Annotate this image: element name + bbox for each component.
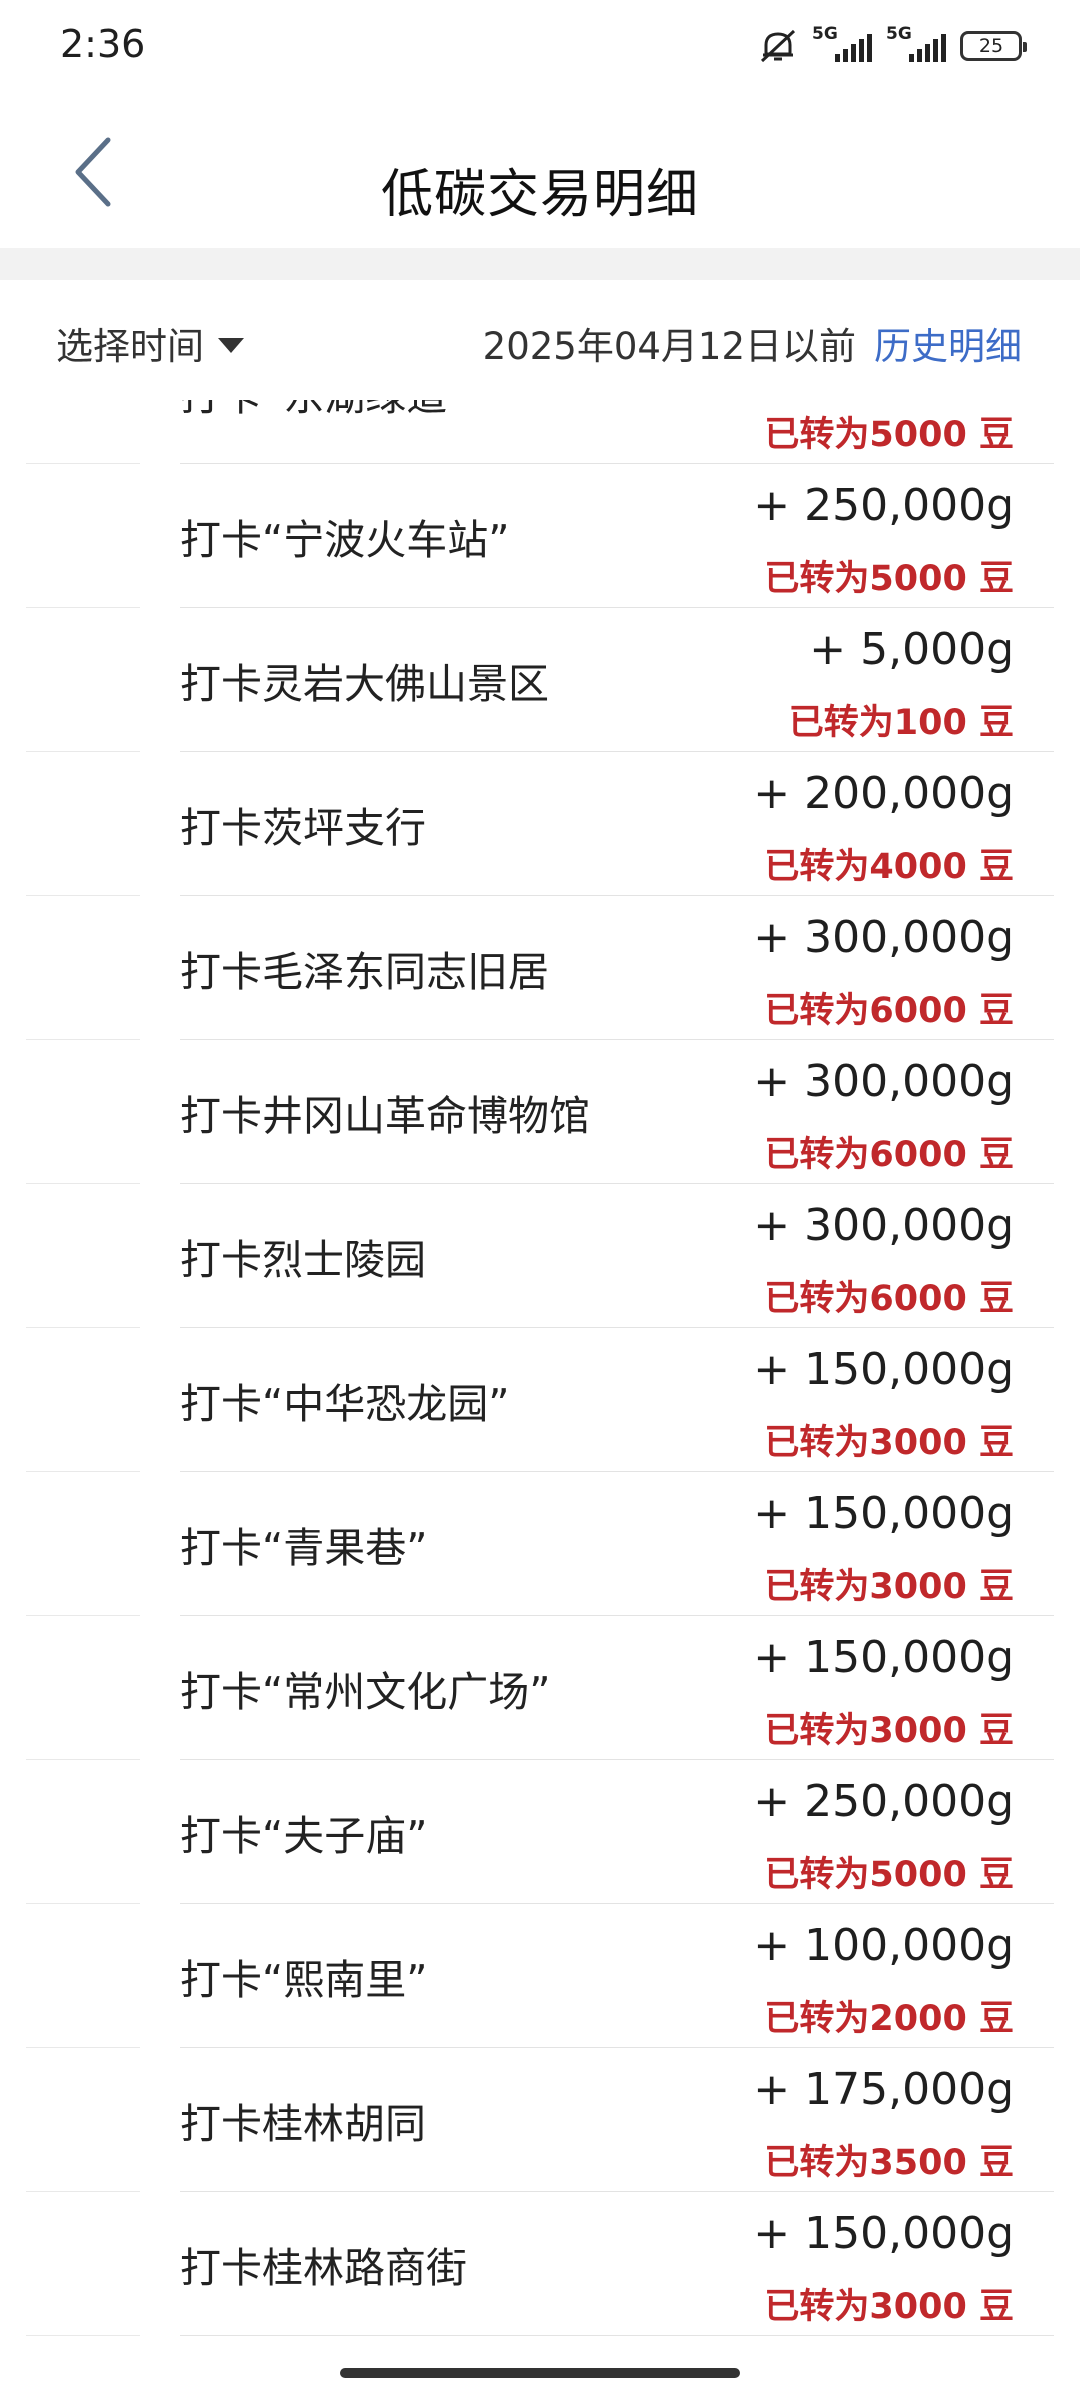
record-row[interactable]: 打卡桂林胡同 + 175,000g 已转为3500 豆	[0, 2048, 1080, 2192]
record-row[interactable]: 打卡“夫子庙” + 250,000g 已转为5000 豆	[0, 1760, 1080, 1904]
page-title: 低碳交易明细	[380, 165, 699, 225]
record-row[interactable]: 打卡“青果巷” + 150,000g 已转为3000 豆	[0, 1472, 1080, 1616]
record-title: 打卡“夫子庙”	[180, 1812, 428, 1860]
record-row[interactable]: 打卡烈士陵园 + 300,000g 已转为6000 豆	[0, 1184, 1080, 1328]
record-title: 打卡“熙南里”	[180, 1956, 428, 2004]
record-row[interactable]: 打卡毛泽东同志旧居 + 300,000g 已转为6000 豆	[0, 896, 1080, 1040]
record-title: 打卡“常州文化广场”	[180, 1668, 551, 1716]
record-amount: + 150,000g	[753, 1488, 1014, 1539]
record-status: 已转为3000 豆	[764, 2287, 1014, 2327]
record-amount: + 300,000g	[753, 912, 1014, 963]
record-title: 打卡灵岩大佛山景区	[180, 660, 549, 708]
record-amount: + 250,000g	[753, 1776, 1014, 1827]
filter-bar: 选择时间 2025年04月12日以前 历史明细	[0, 280, 1080, 400]
record-amount: + 200,000g	[753, 768, 1014, 819]
record-status: 已转为6000 豆	[764, 1279, 1014, 1319]
battery-icon: 25	[960, 31, 1027, 61]
record-status: 已转为3000 豆	[764, 1423, 1014, 1463]
record-amount: + 100,000g	[753, 1920, 1014, 1971]
header: 低碳交易明细	[0, 92, 1080, 248]
record-row[interactable]: 打卡“中华恐龙园” + 150,000g 已转为3000 豆	[0, 1328, 1080, 1472]
row-divider	[26, 2335, 140, 2336]
record-title: 打卡毛泽东同志旧居	[180, 948, 549, 996]
record-title: 打卡茨坪支行	[180, 804, 426, 852]
record-row[interactable]: 打卡“东湖绿道” 已转为5000 豆	[0, 400, 1080, 464]
signal-5g-icon: 5G	[886, 24, 946, 66]
records-list[interactable]: 打卡“东湖绿道”已转为5000 豆打卡“宁波火车站”+ 250,000g已转为5…	[0, 400, 1080, 2340]
record-status: 已转为5000 豆	[764, 1855, 1014, 1895]
record-title: 打卡“青果巷”	[180, 1524, 428, 1572]
record-status: 已转为5000 豆	[764, 415, 1014, 455]
record-row[interactable]: 打卡桂林路商街 + 150,000g 已转为3000 豆	[0, 2192, 1080, 2336]
record-status: 已转为6000 豆	[764, 991, 1014, 1031]
record-amount: + 5,000g	[809, 624, 1014, 675]
record-row[interactable]: 打卡“常州文化广场” + 150,000g 已转为3000 豆	[0, 1616, 1080, 1760]
mute-icon	[760, 29, 796, 63]
record-status: 已转为100 豆	[788, 703, 1014, 743]
status-time: 2:36	[60, 22, 146, 66]
record-status: 已转为6000 豆	[764, 1135, 1014, 1175]
record-amount: + 150,000g	[753, 2208, 1014, 2259]
status-icons: 5G 5G 25	[758, 24, 1027, 66]
home-indicator[interactable]	[340, 2368, 740, 2378]
date-range-text: 2025年04月12日以前	[482, 325, 856, 368]
record-amount: + 150,000g	[753, 1632, 1014, 1683]
record-status: 已转为2000 豆	[764, 1999, 1014, 2039]
record-row[interactable]: 打卡灵岩大佛山景区 + 5,000g 已转为100 豆	[0, 608, 1080, 752]
record-title: 打卡井冈山革命博物馆	[180, 1092, 590, 1140]
record-title: 打卡桂林胡同	[180, 2100, 426, 2148]
filter-info: 2025年04月12日以前 历史明细	[483, 316, 1022, 370]
row-divider	[180, 2335, 1054, 2336]
record-title: 打卡桂林路商街	[180, 2244, 467, 2292]
record-amount: + 175,000g	[753, 2064, 1014, 2115]
record-amount: + 300,000g	[753, 1056, 1014, 1107]
record-title: 打卡“宁波火车站”	[180, 516, 510, 564]
record-amount: + 250,000g	[753, 480, 1014, 531]
time-select-dropdown[interactable]: 选择时间	[56, 316, 244, 370]
record-status: 已转为3000 豆	[764, 1711, 1014, 1751]
record-status: 已转为5000 豆	[764, 559, 1014, 599]
record-title: 打卡烈士陵园	[180, 1236, 426, 1284]
record-title: 打卡“中华恐龙园”	[180, 1380, 510, 1428]
record-amount: + 150,000g	[753, 1344, 1014, 1395]
record-row[interactable]: 打卡“熙南里” + 100,000g 已转为2000 豆	[0, 1904, 1080, 2048]
record-status: 已转为4000 豆	[764, 847, 1014, 887]
record-row[interactable]: 打卡茨坪支行 + 200,000g 已转为4000 豆	[0, 752, 1080, 896]
record-status: 已转为3000 豆	[764, 1567, 1014, 1607]
time-select-label: 选择时间	[56, 325, 204, 368]
record-row[interactable]: 打卡井冈山革命博物馆 + 300,000g 已转为6000 豆	[0, 1040, 1080, 1184]
history-details-link[interactable]: 历史明细	[874, 316, 1022, 370]
caret-down-icon	[218, 337, 244, 353]
record-status: 已转为3500 豆	[764, 2143, 1014, 2183]
status-bar: 2:36 5G 5G 25	[0, 0, 1080, 92]
record-title: 打卡“东湖绿道”	[180, 400, 468, 422]
divider-band	[0, 248, 1080, 280]
record-amount: + 300,000g	[753, 1200, 1014, 1251]
record-row[interactable]: 打卡“宁波火车站” + 250,000g 已转为5000 豆	[0, 464, 1080, 608]
signal-5g-icon: 5G	[812, 24, 872, 66]
